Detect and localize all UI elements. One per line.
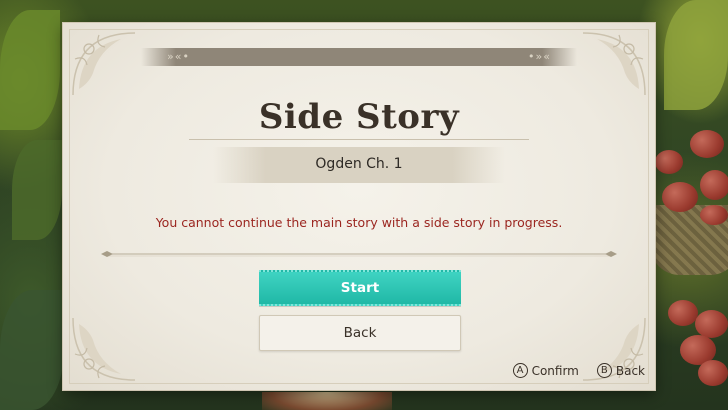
controller-hints: A Confirm B Back [512, 363, 645, 378]
warning-message: You cannot continue the main story with … [155, 215, 563, 230]
ornamental-divider [101, 243, 617, 257]
a-button-icon: A [512, 363, 528, 378]
mushroom [690, 130, 724, 158]
corner-ornament-icon [69, 29, 139, 99]
confirm-hint-label: Confirm [531, 363, 579, 378]
start-button[interactable]: Start [259, 270, 461, 306]
back-hint-label: Back [615, 363, 645, 378]
mushroom [698, 360, 728, 386]
mushroom [695, 310, 728, 338]
mushroom [668, 300, 698, 326]
foliage [664, 0, 728, 110]
foliage [0, 10, 60, 130]
band-ornament-icon: •»« [528, 50, 551, 63]
mushroom [655, 150, 683, 174]
corner-ornament-icon [579, 29, 649, 99]
chapter-subtitle: Ogden Ch. 1 [315, 156, 403, 172]
band-ornament-icon: »«• [167, 50, 190, 63]
mushroom [700, 205, 728, 225]
character-sprite [262, 392, 392, 410]
back-button[interactable]: Back [259, 315, 461, 351]
header-band: »«• •»« [141, 48, 577, 66]
foliage [0, 290, 64, 410]
foliage [12, 140, 62, 240]
title-rule [189, 139, 529, 140]
back-hint[interactable]: B Back [596, 363, 645, 378]
side-story-dialog: »«• •»« Side Story Ogden Ch. 1 You canno… [63, 23, 655, 390]
mushroom [662, 182, 698, 212]
dialog-title: Side Story [258, 97, 460, 137]
mushroom [700, 170, 728, 200]
b-button-icon: B [596, 363, 612, 378]
corner-ornament-icon [69, 314, 139, 384]
confirm-hint[interactable]: A Confirm [512, 363, 579, 378]
